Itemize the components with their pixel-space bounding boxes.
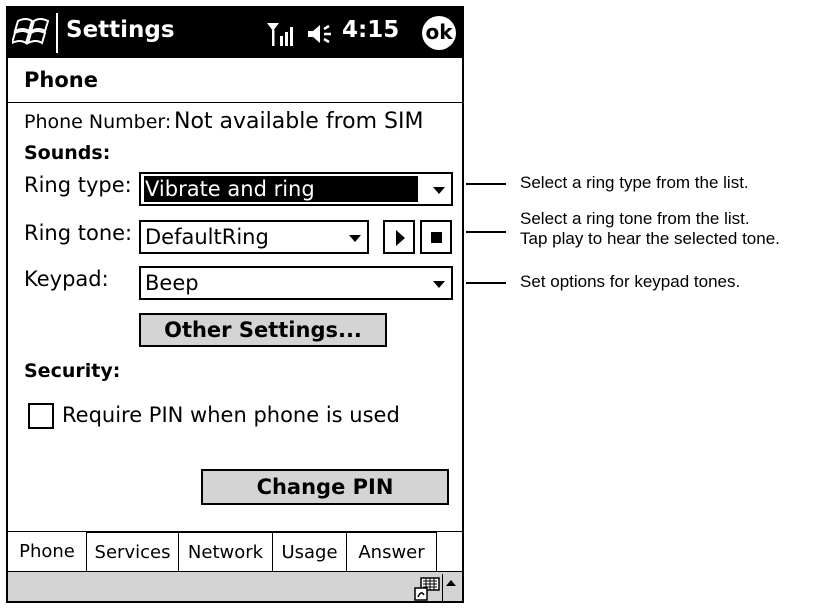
menu-bar [8,571,462,601]
play-button[interactable] [383,220,415,254]
phone-number-value: Not available from SIM [174,109,424,134]
ring-tone-label: Ring tone: [24,221,133,245]
require-pin-checkbox[interactable] [28,403,54,429]
chevron-up-icon[interactable] [446,580,456,586]
windows-flag-icon [10,18,50,45]
callout-ring-tone-line1: Select a ring tone from the list. [520,209,750,228]
callout-line-ring-tone [466,231,506,233]
ok-button[interactable]: ok [422,16,456,50]
keypad-value: Beep [145,271,199,295]
chevron-down-icon[interactable] [433,187,445,194]
ring-type-dropdown[interactable]: Vibrate and ring [139,172,453,206]
speaker-icon[interactable] [306,22,338,46]
tab-services[interactable]: Services [87,532,179,572]
signal-strength-icon[interactable] [266,20,298,48]
callout-line-ring-type [466,183,506,185]
menu-divider [442,574,443,601]
sounds-heading: Sounds: [24,142,111,164]
stop-icon [431,232,442,243]
keypad-dropdown[interactable]: Beep [139,266,453,300]
ring-tone-value: DefaultRing [145,225,269,249]
tab-phone[interactable]: Phone [8,532,87,572]
ring-tone-dropdown[interactable]: DefaultRing [139,220,369,254]
page-title: Phone [24,68,98,92]
callout-keypad: Set options for keypad tones. [520,272,741,291]
chevron-down-icon[interactable] [433,281,445,288]
app-title: Settings [66,17,175,43]
tab-network[interactable]: Network [179,532,273,572]
callout-ring-tone-line2: Tap play to hear the selected tone. [520,229,780,248]
start-button[interactable] [10,13,58,53]
clock[interactable]: 4:15 [342,17,399,43]
ring-type-label: Ring type: [24,173,132,197]
phone-number-label: Phone Number: [24,111,172,133]
tab-strip: Phone Services Network Usage Answer [8,531,462,572]
page-header: Phone [8,58,462,103]
pocket-pc-screen: Settings 4:15 ok Phone Phone Number: Not… [6,6,464,603]
security-heading: Security: [24,360,121,382]
ring-type-value: Vibrate and ring [145,177,315,201]
tab-answer[interactable]: Answer [347,532,437,572]
require-pin-label[interactable]: Require PIN when phone is used [62,403,400,427]
callout-ring-type: Select a ring type from the list. [520,173,749,192]
tab-usage[interactable]: Usage [273,532,347,572]
play-icon [396,230,405,246]
stop-button[interactable] [420,220,452,254]
keypad-label: Keypad: [24,267,109,291]
chevron-down-icon[interactable] [349,235,361,242]
other-settings-button[interactable]: Other Settings... [139,313,387,347]
keyboard-icon[interactable] [414,577,440,601]
change-pin-button[interactable]: Change PIN [201,469,449,505]
title-bar: Settings 4:15 ok [8,8,462,58]
callout-line-keypad [466,282,506,284]
